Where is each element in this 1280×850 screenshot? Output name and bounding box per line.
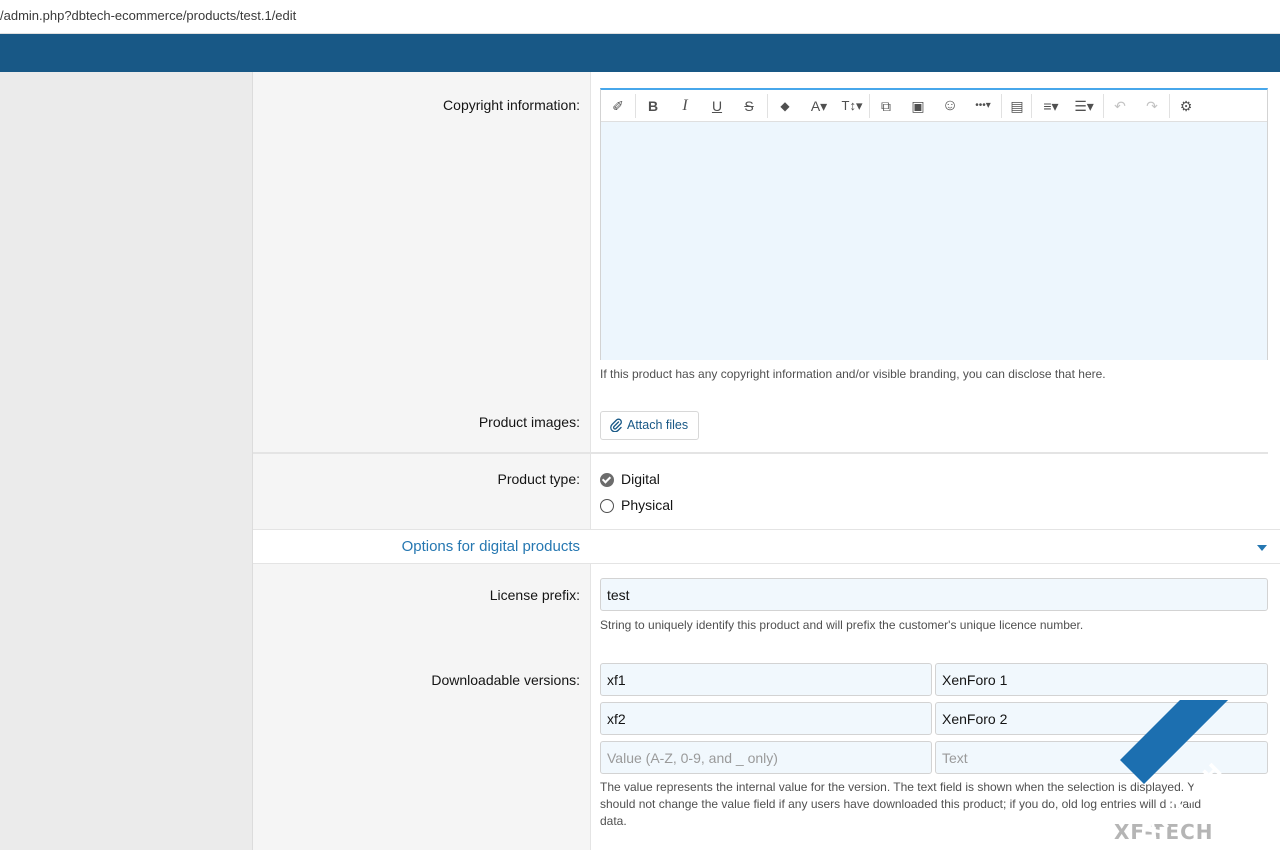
underline-icon[interactable]: U xyxy=(709,96,725,116)
toolbar-separator xyxy=(1103,94,1104,118)
versions-hint-line: The value represents the internal value … xyxy=(600,780,1196,794)
versions-hint-line: data. xyxy=(600,814,627,828)
bold-icon[interactable]: B xyxy=(645,96,661,116)
label-column xyxy=(253,72,591,850)
copyright-editor[interactable]: ✐ B I U S ◆ A▾ T↕▾ ⧉ ▣ ☺ •••▾ ▤ ≡▾ ☰▾ ↶ … xyxy=(600,88,1268,360)
versions-hint-line: should not change the value field if any… xyxy=(600,797,1202,811)
radio-physical-label[interactable]: Physical xyxy=(621,497,673,513)
font-family-icon[interactable]: A▾ xyxy=(805,96,833,116)
font-size-icon[interactable]: T↕▾ xyxy=(837,96,867,116)
sidebar xyxy=(0,72,253,850)
digital-options-section-header[interactable]: Options for digital products xyxy=(253,529,1280,564)
editor-toolbar: ✐ B I U S ◆ A▾ T↕▾ ⧉ ▣ ☺ •••▾ ▤ ≡▾ ☰▾ ↶ … xyxy=(601,90,1267,122)
license-prefix-label: License prefix: xyxy=(489,587,580,603)
strikethrough-icon[interactable]: S xyxy=(741,96,757,116)
copyright-label: Copyright information: xyxy=(443,97,580,113)
undo-icon[interactable]: ↶ xyxy=(1111,96,1129,116)
toolbar-separator xyxy=(635,94,636,118)
italic-icon[interactable]: I xyxy=(677,96,693,116)
toolbar-separator xyxy=(869,94,870,118)
radio-digital-label[interactable]: Digital xyxy=(621,471,660,487)
image-icon[interactable]: ▣ xyxy=(909,96,927,116)
toolbar-separator xyxy=(1031,94,1032,118)
downloadable-versions-label: Downloadable versions: xyxy=(431,672,580,688)
version-value-input[interactable] xyxy=(600,663,932,696)
radio-unchecked-icon[interactable] xyxy=(600,499,614,513)
text-color-icon[interactable]: ◆ xyxy=(777,96,793,116)
product-type-label: Product type: xyxy=(497,471,581,487)
align-icon[interactable]: ≡▾ xyxy=(1037,96,1065,116)
radio-checked-icon[interactable] xyxy=(600,473,614,487)
eraser-icon[interactable]: ✐ xyxy=(609,96,627,116)
row-divider xyxy=(591,453,1268,454)
version-text-input[interactable] xyxy=(935,663,1268,696)
url-text[interactable]: /admin.php?dbtech-ecommerce/products/tes… xyxy=(0,8,296,23)
media-icon[interactable]: ▤ xyxy=(1007,96,1027,116)
new-version-text-input[interactable] xyxy=(935,741,1268,774)
collapse-caret-icon[interactable] xyxy=(1257,545,1267,551)
paperclip-icon xyxy=(610,418,622,432)
browser-url-bar[interactable]: /admin.php?dbtech-ecommerce/products/tes… xyxy=(0,0,1280,34)
license-prefix-hint: String to uniquely identify this product… xyxy=(600,618,1084,632)
attach-files-label: Attach files xyxy=(627,418,689,432)
toolbar-separator xyxy=(1001,94,1002,118)
product-images-label: Product images: xyxy=(478,414,580,430)
smilie-icon[interactable]: ☺ xyxy=(941,96,959,116)
section-title[interactable]: Options for digital products xyxy=(402,538,580,555)
admin-header xyxy=(0,34,1280,72)
attach-files-button[interactable]: Attach files xyxy=(600,411,699,440)
editor-content-area[interactable] xyxy=(601,123,1267,360)
redo-icon[interactable]: ↷ xyxy=(1143,96,1161,116)
version-text-input[interactable] xyxy=(935,702,1268,735)
link-icon[interactable]: ⧉ xyxy=(877,96,895,116)
toolbar-separator xyxy=(1169,94,1170,118)
license-prefix-input[interactable] xyxy=(600,578,1268,611)
copyright-hint: If this product has any copyright inform… xyxy=(600,367,1106,381)
list-icon[interactable]: ☰▾ xyxy=(1069,96,1099,116)
more-options-icon[interactable]: •••▾ xyxy=(969,96,997,116)
toolbar-separator xyxy=(767,94,768,118)
settings-gear-icon[interactable]: ⚙ xyxy=(1177,96,1195,116)
new-version-value-input[interactable] xyxy=(600,741,932,774)
version-value-input[interactable] xyxy=(600,702,932,735)
